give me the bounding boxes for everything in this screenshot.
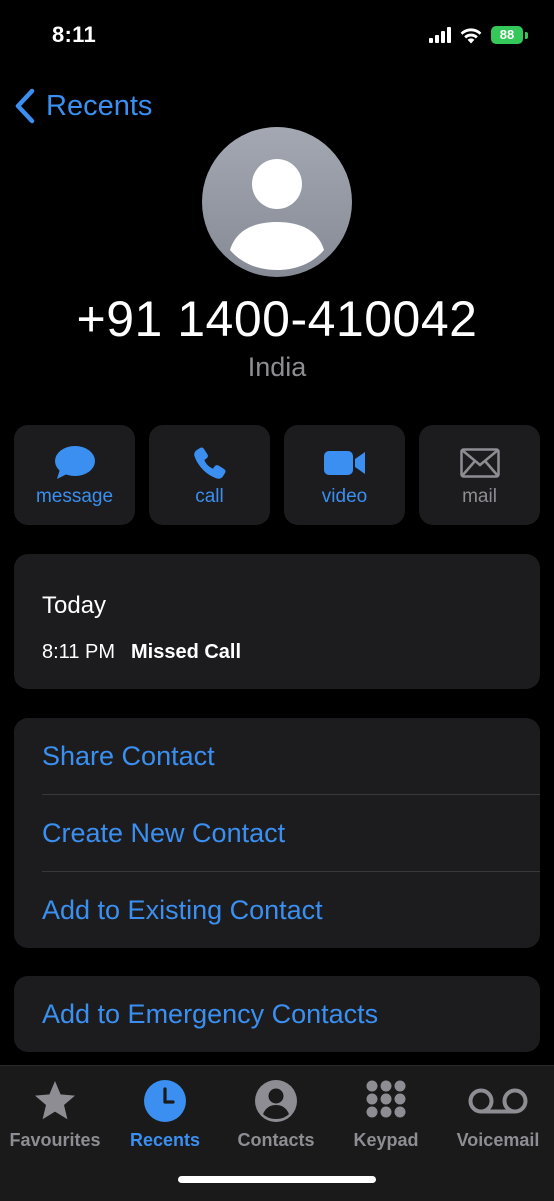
quick-actions: message call video mail (14, 425, 540, 525)
tab-voicemail[interactable]: Voicemail (443, 1078, 553, 1158)
add-to-existing-contact-button[interactable]: Add to Existing Contact (42, 872, 540, 948)
tab-label: Voicemail (456, 1130, 540, 1150)
wifi-icon (460, 28, 482, 44)
person-circle-icon (255, 1080, 297, 1122)
chevron-left-icon (15, 88, 35, 124)
battery-cap (525, 31, 528, 39)
video-icon (323, 451, 365, 475)
status-bar: 8:11 88 (0, 0, 554, 70)
tab-contacts[interactable]: Contacts (221, 1078, 331, 1158)
tab-label: Keypad (353, 1130, 419, 1150)
cellular-signal-icon (429, 27, 451, 43)
call-history-card: Today 8:11 PM Missed Call (14, 554, 540, 689)
person-silhouette-icon (230, 159, 324, 270)
history-day: Today (42, 592, 107, 619)
contact-options-card: Share Contact Create New Contact Add to … (14, 718, 540, 948)
add-to-emergency-contacts-button[interactable]: Add to Emergency Contacts (42, 976, 540, 1052)
message-button[interactable]: message (14, 425, 135, 525)
battery-level: 88 (499, 27, 515, 42)
history-entry: 8:11 PM Missed Call (42, 641, 241, 664)
clock-icon (144, 1080, 186, 1122)
tab-keypad[interactable]: Keypad (331, 1078, 441, 1158)
voicemail-icon (468, 1088, 528, 1114)
contact-number: +91 1400-410042 (76, 291, 478, 347)
emergency-card: Add to Emergency Contacts (14, 976, 540, 1052)
message-label: message (35, 486, 114, 507)
home-indicator[interactable] (178, 1176, 376, 1183)
message-icon (54, 446, 95, 479)
call-button[interactable]: call (149, 425, 270, 525)
history-time: 8:11 PM (42, 641, 115, 663)
keypad-icon (366, 1080, 406, 1118)
status-icons: 88 (429, 22, 528, 48)
mail-button[interactable]: mail (419, 425, 540, 525)
star-icon (35, 1081, 75, 1120)
avatar (202, 127, 352, 277)
video-button[interactable]: video (284, 425, 405, 525)
contact-country: India (247, 352, 307, 382)
battery-icon: 88 (491, 26, 523, 44)
tab-favourites[interactable]: Favourites (0, 1078, 110, 1158)
phone-icon (193, 447, 226, 479)
back-button[interactable]: Recents (14, 84, 152, 128)
mail-icon (459, 448, 500, 478)
share-contact-button[interactable]: Share Contact (42, 718, 540, 794)
video-label: video (321, 486, 368, 507)
call-label: call (195, 486, 224, 507)
tab-recents[interactable]: Recents (110, 1078, 220, 1158)
history-call-type: Missed Call (131, 641, 242, 663)
create-new-contact-button[interactable]: Create New Contact (42, 795, 540, 871)
back-label: Recents (46, 89, 153, 122)
status-time: 8:11 (52, 22, 97, 47)
mail-label: mail (462, 486, 497, 507)
